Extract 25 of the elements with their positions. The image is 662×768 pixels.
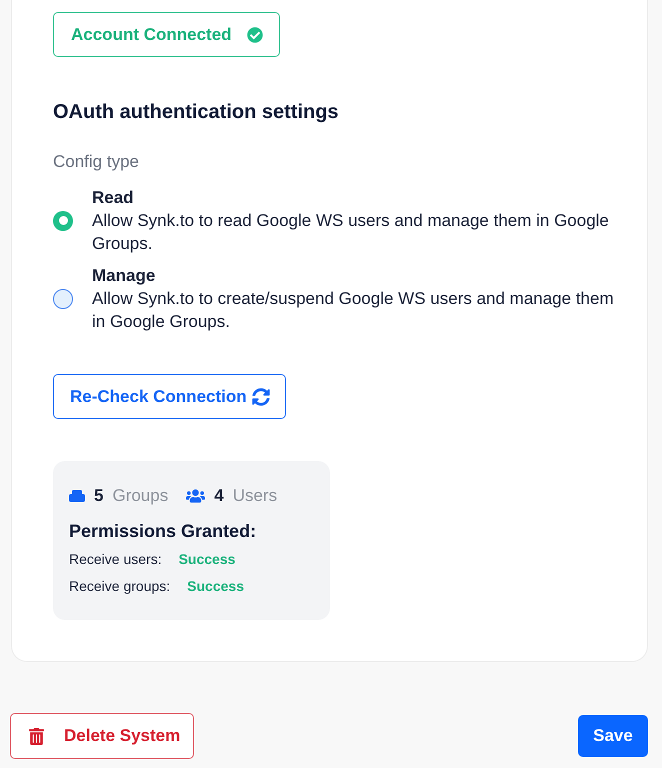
trash-icon bbox=[29, 728, 44, 744]
users-count: 4 bbox=[214, 485, 224, 508]
stack-icon bbox=[69, 490, 85, 502]
option-description: Allow Synk.to to create/suspend Google WS users and manage them in Google Groups. bbox=[92, 288, 615, 333]
users-label: Users bbox=[232, 485, 278, 508]
option-title: Read bbox=[92, 187, 135, 209]
save-button[interactable]: Save bbox=[578, 715, 648, 757]
recheck-connection-button[interactable]: Re-Check Connection bbox=[53, 374, 286, 419]
radio-button[interactable] bbox=[53, 288, 73, 308]
permission-label: Receive groups: bbox=[69, 577, 170, 596]
delete-system-button[interactable]: Delete System bbox=[10, 713, 194, 759]
config-type-label: Config type bbox=[53, 151, 139, 173]
permission-status: Success bbox=[187, 577, 244, 596]
permissions-heading: Permissions Granted: bbox=[69, 520, 258, 543]
groups-label: Groups bbox=[112, 485, 168, 508]
option-description: Allow Synk.to to read Google WS users and manage them in Google Groups. bbox=[92, 210, 610, 255]
option-title: Manage bbox=[92, 265, 156, 287]
groups-count: 5 bbox=[94, 485, 104, 508]
users-icon bbox=[186, 488, 206, 504]
section-heading: OAuth authentication settings bbox=[53, 100, 339, 125]
refresh-icon bbox=[252, 388, 270, 406]
account-connected-button[interactable]: Account Connected bbox=[53, 12, 280, 57]
radio-button[interactable] bbox=[53, 210, 73, 230]
permission-label: Receive users: bbox=[69, 550, 162, 569]
permission-status: Success bbox=[178, 550, 236, 569]
